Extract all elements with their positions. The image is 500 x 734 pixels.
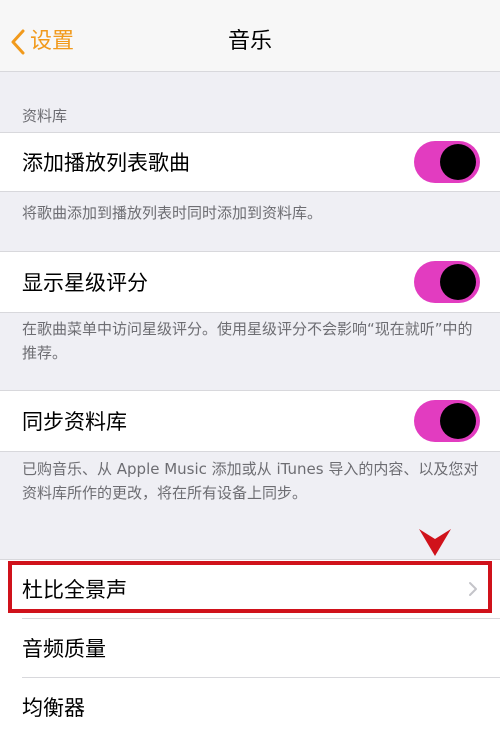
down-arrow-marker [419, 529, 451, 556]
highlight-box [8, 561, 492, 613]
setting-description: 在歌曲菜单中访问星级评分。使用星级评分不会影响“现在就听”中的推荐。 [22, 320, 473, 362]
settings-group: 添加播放列表歌曲 [0, 132, 500, 192]
setting-description: 将歌曲添加到播放列表时同时添加到资料库。 [22, 204, 323, 222]
setting-label: 均衡器 [22, 695, 85, 720]
setting-row-add-playlist-songs: 添加播放列表歌曲 [0, 133, 500, 191]
show-star-ratings-toggle[interactable] [414, 261, 480, 303]
section-header-library: 资料库 [22, 107, 68, 125]
toggle-knob [440, 144, 476, 180]
setting-row-equalizer[interactable]: 均衡器 [0, 678, 500, 734]
setting-label: 音频质量 [22, 637, 106, 661]
settings-group: 同步资料库 [0, 390, 500, 452]
setting-row-show-star-ratings: 显示星级评分 [0, 252, 500, 312]
setting-description: 已购音乐、从 Apple Music 添加或从 iTunes 导入的内容、以及您… [22, 460, 479, 502]
navigation-bar: 设置 音乐 [0, 0, 500, 72]
setting-row-audio-quality[interactable]: 音频质量 [0, 619, 500, 677]
toggle-knob [440, 403, 476, 439]
add-playlist-songs-toggle[interactable] [414, 141, 480, 183]
setting-row-sync-library: 同步资料库 [0, 391, 500, 451]
toggle-knob [440, 264, 476, 300]
setting-label: 添加播放列表歌曲 [22, 151, 190, 175]
setting-label: 显示星级评分 [22, 271, 148, 295]
setting-label: 同步资料库 [22, 410, 127, 434]
sync-library-toggle[interactable] [414, 400, 480, 442]
settings-group: 显示星级评分 [0, 251, 500, 313]
page-title: 音乐 [227, 29, 272, 54]
